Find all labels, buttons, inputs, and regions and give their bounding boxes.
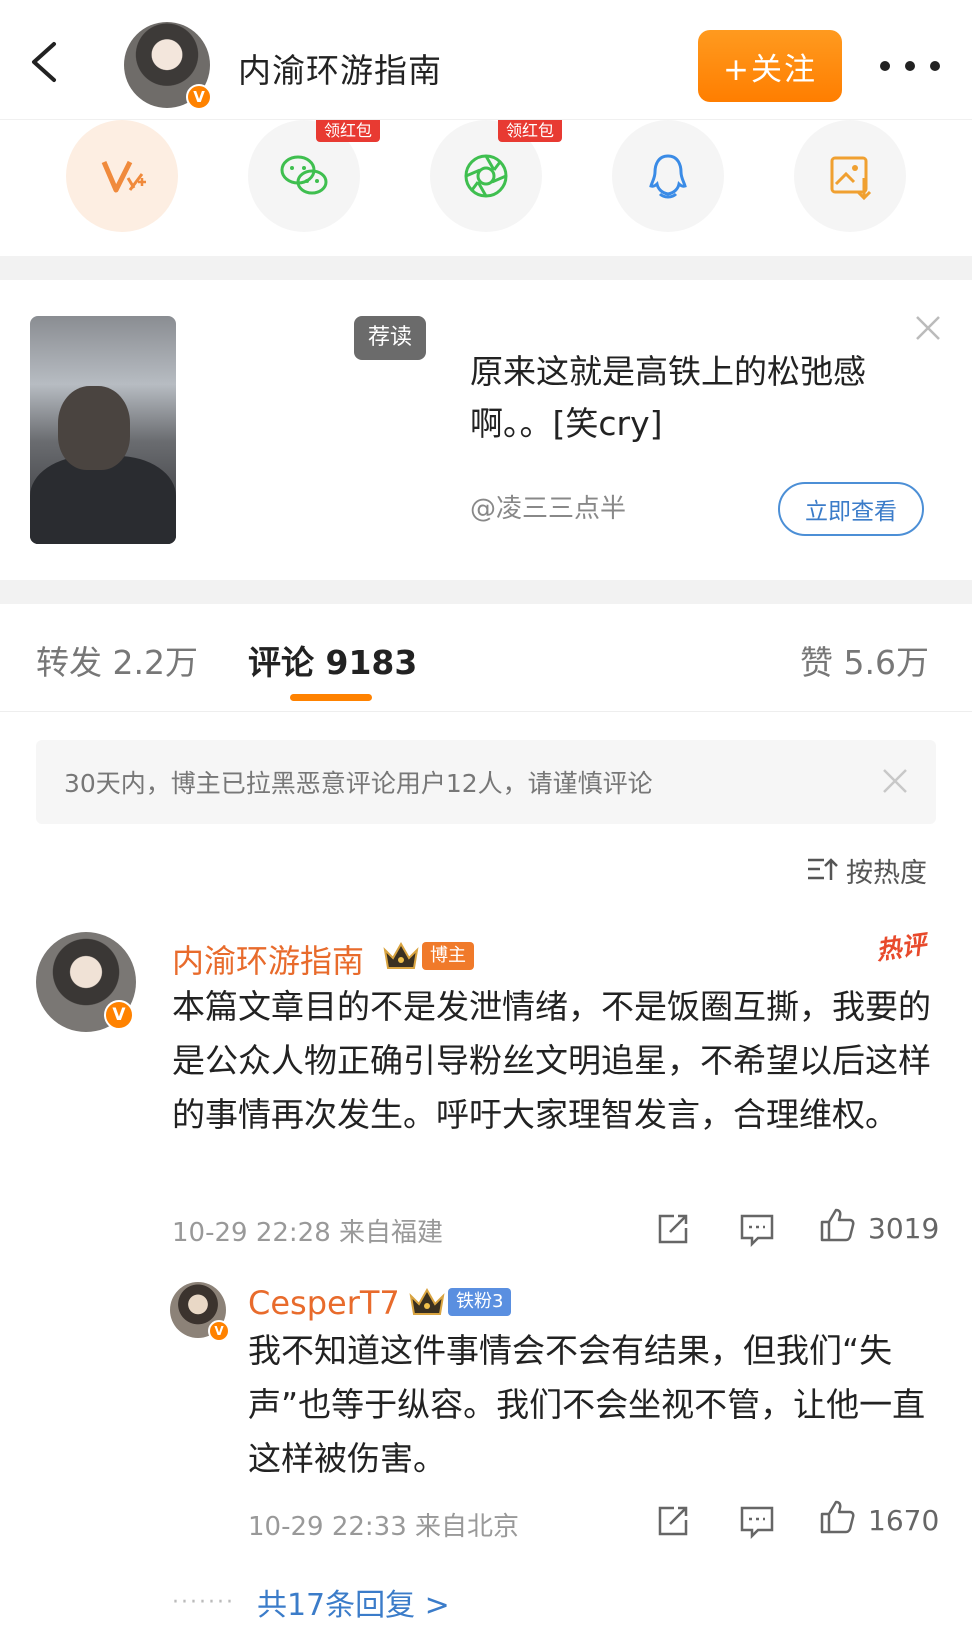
section-divider bbox=[0, 256, 972, 280]
weibo-vip-icon[interactable] bbox=[66, 120, 178, 232]
role-label: 博主 bbox=[422, 942, 474, 970]
verified-badge-icon: V bbox=[104, 1000, 134, 1030]
comment-notice: 30天内，博主已拉黑恶意评论用户12人，请谨慎评论 bbox=[36, 740, 936, 824]
crown-icon bbox=[409, 1287, 445, 1315]
reply-time-location: 10-29 22:33 来自北京 bbox=[248, 1512, 520, 1542]
sort-label: 按热度 bbox=[846, 857, 927, 889]
redpacket-badge: 领红包 bbox=[498, 120, 563, 142]
engagement-tabs: 转发 2.2万 评论 9183 赞 5.6万 bbox=[0, 604, 972, 712]
hot-comment-tag: 热评 bbox=[874, 929, 928, 966]
qq-icon[interactable] bbox=[612, 120, 724, 232]
verified-badge-icon: V bbox=[208, 1320, 230, 1342]
reply-author[interactable]: CesperT7 bbox=[248, 1284, 400, 1322]
tab-comments[interactable]: 评论 9183 bbox=[248, 636, 417, 684]
crown-icon bbox=[383, 941, 419, 969]
like-count: 3019 bbox=[868, 1212, 940, 1245]
like-count: 1670 bbox=[868, 1504, 940, 1537]
account-name[interactable]: 内渝环游指南 bbox=[238, 44, 442, 92]
comment-text: 本篇文章目的不是发泄情绪，不是饭圈互撕，我要的是公众人物正确引导粉丝文明追星，不… bbox=[172, 987, 931, 1134]
view-all-replies-link[interactable]: ······· 共17条回复 > bbox=[172, 1580, 450, 1624]
share-row: 领红包 领红包 bbox=[0, 120, 972, 256]
verified-badge-icon: V bbox=[186, 84, 212, 110]
comment-author[interactable]: 内渝环游指南 bbox=[172, 936, 364, 982]
reply-icon[interactable] bbox=[738, 1210, 776, 1248]
fan-level-badge: 铁粉3 bbox=[408, 1282, 512, 1322]
notice-text: 30天内，博主已拉黑恶意评论用户12人，请谨慎评论 bbox=[64, 769, 653, 798]
sort-icon bbox=[808, 858, 838, 880]
close-icon[interactable] bbox=[912, 312, 944, 344]
active-tab-indicator bbox=[290, 694, 372, 701]
share-icon[interactable] bbox=[654, 1210, 692, 1248]
recommend-tag: 荐读 bbox=[354, 316, 427, 360]
recommended-post-author[interactable]: @凌三三点半 bbox=[470, 488, 626, 525]
redpacket-badge: 领红包 bbox=[316, 120, 381, 142]
share-icon[interactable] bbox=[654, 1502, 692, 1540]
back-icon[interactable] bbox=[22, 40, 66, 84]
recommended-post-thumbnail[interactable] bbox=[30, 316, 176, 544]
reply-text: 我不知道这件事情会不会有结果，但我们“失声”也等于纵容。我们不会坐视不管，让他一… bbox=[248, 1331, 926, 1478]
like-icon[interactable] bbox=[818, 1206, 856, 1244]
more-icon[interactable] bbox=[880, 52, 940, 80]
close-icon[interactable] bbox=[880, 766, 910, 796]
sort-by-hot-button[interactable]: 按热度 bbox=[806, 850, 927, 890]
view-now-button[interactable]: 立即查看 bbox=[778, 482, 924, 536]
recommended-post-title[interactable]: 原来这就是高铁上的松弛感啊。。[笑cry] bbox=[470, 346, 930, 450]
avatar[interactable]: V bbox=[170, 1282, 230, 1342]
author-role-badge: 博主 bbox=[382, 936, 474, 976]
fan-level-label: 铁粉3 bbox=[448, 1288, 512, 1316]
avatar[interactable]: V bbox=[36, 932, 136, 1032]
save-image-icon[interactable] bbox=[794, 120, 906, 232]
tab-repost[interactable]: 转发 2.2万 bbox=[36, 636, 198, 684]
recommended-post-card[interactable]: 荐读 原来这就是高铁上的松弛感啊。。[笑cry] @凌三三点半 立即查看 bbox=[0, 280, 972, 580]
reply-thread-dots: ······· bbox=[172, 1589, 235, 1615]
reply-icon[interactable] bbox=[738, 1502, 776, 1540]
follow-button[interactable]: +关注 bbox=[698, 30, 842, 102]
top-bar: V 内渝环游指南 +关注 bbox=[0, 0, 972, 120]
like-icon[interactable] bbox=[818, 1498, 856, 1536]
comment-time-location: 10-29 22:28 来自福建 bbox=[172, 1218, 444, 1248]
tab-likes[interactable]: 赞 5.6万 bbox=[800, 636, 929, 684]
account-avatar[interactable]: V bbox=[124, 22, 212, 110]
replies-count-label: 共17条回复 > bbox=[256, 1588, 450, 1623]
section-divider bbox=[0, 580, 972, 604]
